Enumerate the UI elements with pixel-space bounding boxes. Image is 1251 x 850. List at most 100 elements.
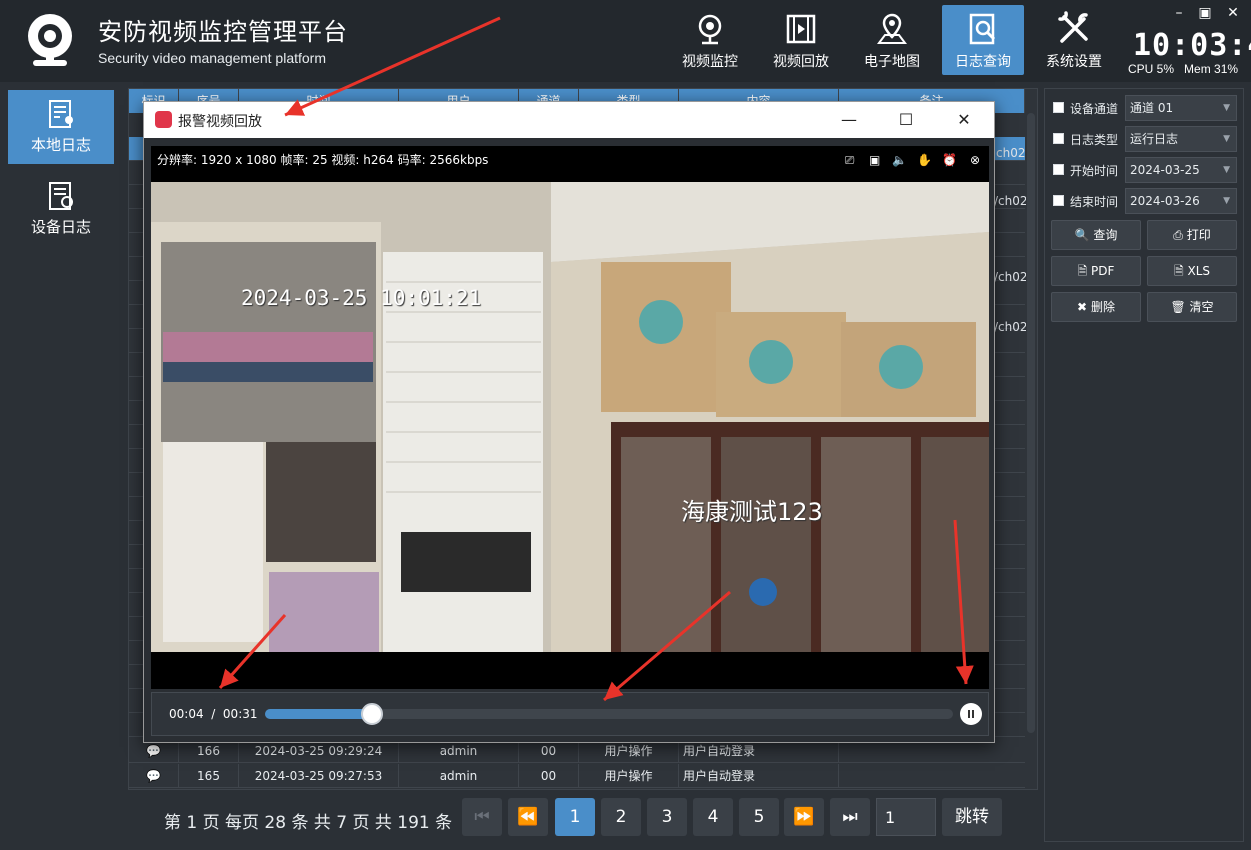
alarm-playback-window: 报警视频回放 — ☐ ✕ 分辨率: 1920 x 1080 帧率: 25 视频:… <box>143 101 995 743</box>
popup-title: 报警视频回放 <box>178 114 262 130</box>
nav-label: 系统设置 <box>1046 54 1102 70</box>
end-time-checkbox[interactable] <box>1053 195 1064 206</box>
page-number-input[interactable] <box>876 798 936 836</box>
progress-fill <box>265 709 372 719</box>
snapshot-icon[interactable]: ▣ <box>867 152 883 168</box>
xls-button[interactable]: 🗎 XLS <box>1147 256 1237 286</box>
clear-label: 清空 <box>1189 300 1214 314</box>
record-icon[interactable]: ⎚ <box>842 152 858 168</box>
cpu-usage: CPU 5% <box>1128 62 1175 76</box>
nav-system-settings[interactable]: 系统设置 <box>1033 5 1115 75</box>
printer-icon: ⎙ <box>1173 228 1183 242</box>
popup-titlebar[interactable]: 报警视频回放 — ☐ ✕ <box>144 102 994 138</box>
first-page-button[interactable]: ⏮ <box>462 798 502 836</box>
chevron-down-icon: ▼ <box>1223 196 1230 206</box>
channel-label: 设备通道 <box>1070 102 1119 116</box>
video-toolbar: ⎚ ▣ 🔈 ✋ ⏰ ⊗ <box>838 149 983 167</box>
total-time: 00:31 <box>222 707 258 721</box>
page-4-button[interactable]: 4 <box>693 798 733 836</box>
delete-label: 删除 <box>1090 300 1115 314</box>
print-label: 打印 <box>1186 228 1211 242</box>
pdf-file-icon: 🗎 <box>1077 264 1088 278</box>
log-type-select[interactable]: 运行日志 ▼ <box>1125 126 1237 152</box>
current-time: 00:04 <box>169 707 204 721</box>
page-3-button[interactable]: 3 <box>647 798 687 836</box>
page-5-button[interactable]: 5 <box>739 798 779 836</box>
sidebar-item-local-log[interactable]: 本地日志 <box>8 90 114 164</box>
log-search-icon <box>969 13 996 45</box>
volume-icon[interactable]: 🔈 <box>892 152 908 168</box>
row-time: 2024-03-25 09:27:53 <box>239 764 399 788</box>
channel-value: 通道 01 <box>1130 101 1174 115</box>
minimize-icon[interactable]: – <box>1172 6 1186 20</box>
pdf-button[interactable]: 🗎 PDF <box>1051 256 1141 286</box>
clear-button[interactable]: 🗑 清空 <box>1147 292 1237 322</box>
nav-label: 电子地图 <box>864 54 920 70</box>
sidebar-item-device-log[interactable]: 设备日志 <box>8 172 114 246</box>
progress-handle[interactable] <box>361 703 383 725</box>
table-row[interactable]: 💬 165 2024-03-25 09:27:53 admin 00 用户操作 … <box>129 764 1025 788</box>
local-log-icon <box>49 100 73 128</box>
query-button[interactable]: 🔍 查询 <box>1051 220 1141 250</box>
video-player[interactable]: 分辨率: 1920 x 1080 帧率: 25 视频: h264 码率: 256… <box>151 146 989 689</box>
page-1-button[interactable]: 1 <box>555 798 595 836</box>
channel-checkbox[interactable] <box>1053 102 1064 113</box>
camera-icon <box>698 14 722 45</box>
log-type-checkbox[interactable] <box>1053 133 1064 144</box>
start-time-picker[interactable]: 2024-03-25 ▼ <box>1125 157 1237 183</box>
hand-icon[interactable]: ✋ <box>917 152 933 168</box>
print-button[interactable]: ⎙ 打印 <box>1147 220 1237 250</box>
start-time-checkbox[interactable] <box>1053 164 1064 175</box>
start-time-label: 开始时间 <box>1070 164 1119 178</box>
maximize-icon[interactable]: ☐ <box>894 108 918 132</box>
search-icon: 🔍 <box>1074 228 1090 242</box>
filter-start-time: 开始时间 2024-03-25 ▼ <box>1051 157 1239 183</box>
system-monitor: CPU 5% Mem 31% <box>1128 62 1238 76</box>
time-separator: / <box>207 707 220 721</box>
query-label: 查询 <box>1093 228 1118 242</box>
close-icon[interactable]: ✕ <box>1226 6 1240 20</box>
skip-last-icon: ⏭ <box>842 807 858 827</box>
note-cell: ch02 <box>996 146 1026 160</box>
nav-label: 视频监控 <box>682 54 738 70</box>
nav-video-playback[interactable]: 视频回放 <box>760 5 842 75</box>
skip-first-icon: ⏮ <box>474 807 490 827</box>
table-scrollbar[interactable] <box>1027 113 1035 733</box>
jump-button[interactable]: 跳转 <box>942 798 1002 836</box>
app-header: 安防视频监控管理平台 Security video management pla… <box>0 0 1251 82</box>
nav-log-query[interactable]: 日志查询 <box>942 5 1024 75</box>
surveillance-scene-image <box>151 182 989 652</box>
progress-bar[interactable] <box>265 703 953 725</box>
maximize-icon[interactable]: ▣ <box>1198 6 1212 20</box>
clock: 10:03:44 <box>1133 28 1251 63</box>
prev-page-button[interactable]: ⏪ <box>508 798 548 836</box>
end-time-picker[interactable]: 2024-03-26 ▼ <box>1125 188 1237 214</box>
page-2-button[interactable]: 2 <box>601 798 641 836</box>
start-time-value: 2024-03-25 <box>1130 163 1200 177</box>
app-subtitle: Security video management platform <box>98 50 326 66</box>
osd-camera-name: 海康测试123 <box>681 498 823 526</box>
app-icon <box>155 111 172 128</box>
delete-button[interactable]: ✖ 删除 <box>1051 292 1141 322</box>
close-video-icon[interactable]: ⊗ <box>967 152 983 168</box>
nav-electronic-map[interactable]: 电子地图 <box>851 5 933 75</box>
video-info: 分辨率: 1920 x 1080 帧率: 25 视频: h264 码率: 256… <box>157 153 489 167</box>
pdf-label: PDF <box>1091 264 1115 278</box>
nav-video-monitor[interactable]: 视频监控 <box>669 5 751 75</box>
chevron-down-icon: ▼ <box>1223 165 1230 175</box>
pause-button[interactable] <box>960 703 982 725</box>
alarm-icon[interactable]: ⏰ <box>942 152 958 168</box>
next-page-button[interactable]: ⏩ <box>784 798 824 836</box>
rewind-icon: ⏪ <box>517 807 539 827</box>
row-user: admin <box>399 764 519 788</box>
close-icon[interactable]: ✕ <box>952 108 976 132</box>
end-time-label: 结束时间 <box>1070 195 1119 209</box>
filter-channel: 设备通道 通道 01 ▼ <box>1051 95 1239 121</box>
chevron-down-icon: ▼ <box>1223 134 1230 144</box>
minimize-icon[interactable]: — <box>837 108 861 132</box>
chevron-down-icon: ▼ <box>1223 103 1230 113</box>
app-title: 安防视频监控管理平台 <box>98 18 348 46</box>
channel-select[interactable]: 通道 01 ▼ <box>1125 95 1237 121</box>
last-page-button[interactable]: ⏭ <box>830 798 870 836</box>
pagination: 第 1 页 每页 28 条 共 7 页 共 191 条 ⏮ ⏪ 1 2 3 4 … <box>128 798 1028 838</box>
